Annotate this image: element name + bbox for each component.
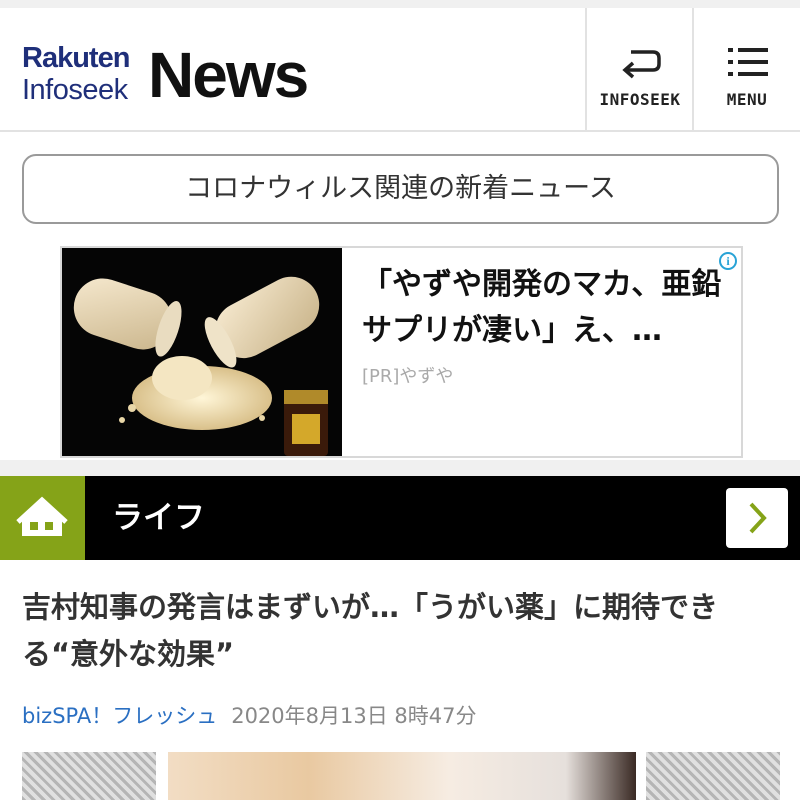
ad-title[interactable]: 「やずや開発のマカ、亜鉛サプリが凄い」え、…: [362, 262, 722, 354]
site-header: Rakuten Infoseek News INFOSEEK MENU: [0, 0, 800, 132]
menu-label: MENU: [726, 90, 768, 109]
infoseek-button[interactable]: INFOSEEK: [585, 8, 691, 132]
chevron-right-icon: [749, 502, 767, 534]
ad-supplement-image: [62, 248, 342, 456]
home-button[interactable]: [0, 476, 85, 560]
house-icon: [16, 496, 68, 536]
category-bar: ライフ: [0, 476, 800, 560]
corona-news-link[interactable]: コロナウィルス関連の新着ニュース: [22, 154, 779, 224]
article-image[interactable]: [22, 752, 780, 800]
hamburger-list-icon: [694, 42, 800, 82]
ad-sponsor: [PR]やずや: [362, 366, 454, 387]
category-next-button[interactable]: [726, 488, 788, 548]
image-placeholder-right: [646, 752, 780, 800]
article-title[interactable]: 吉村知事の発言はまずいが…「うがい薬」に期待できる“意外な効果”: [22, 584, 782, 678]
section-divider: [0, 460, 800, 476]
category-label[interactable]: ライフ: [112, 476, 205, 560]
return-arrow-icon: [587, 42, 693, 82]
ad-banner[interactable]: 「やずや開発のマカ、亜鉛サプリが凄い」え、… [PR]やずや i: [60, 246, 743, 458]
logo-news-text: News: [148, 39, 309, 111]
ad-info-icon[interactable]: i: [719, 252, 737, 270]
image-placeholder-left: [22, 752, 156, 800]
logo-rakuten-text: Rakuten: [22, 42, 130, 74]
logo-infoseek-text: Infoseek: [22, 74, 128, 106]
infoseek-label: INFOSEEK: [599, 90, 681, 109]
menu-button[interactable]: MENU: [692, 8, 798, 132]
photo-content: [168, 752, 636, 800]
article-date: 2020年8月13日 8時47分: [231, 704, 477, 728]
article-source[interactable]: bizSPA！フレッシュ: [22, 704, 217, 728]
article-meta: bizSPA！フレッシュ 2020年8月13日 8時47分: [22, 700, 477, 730]
